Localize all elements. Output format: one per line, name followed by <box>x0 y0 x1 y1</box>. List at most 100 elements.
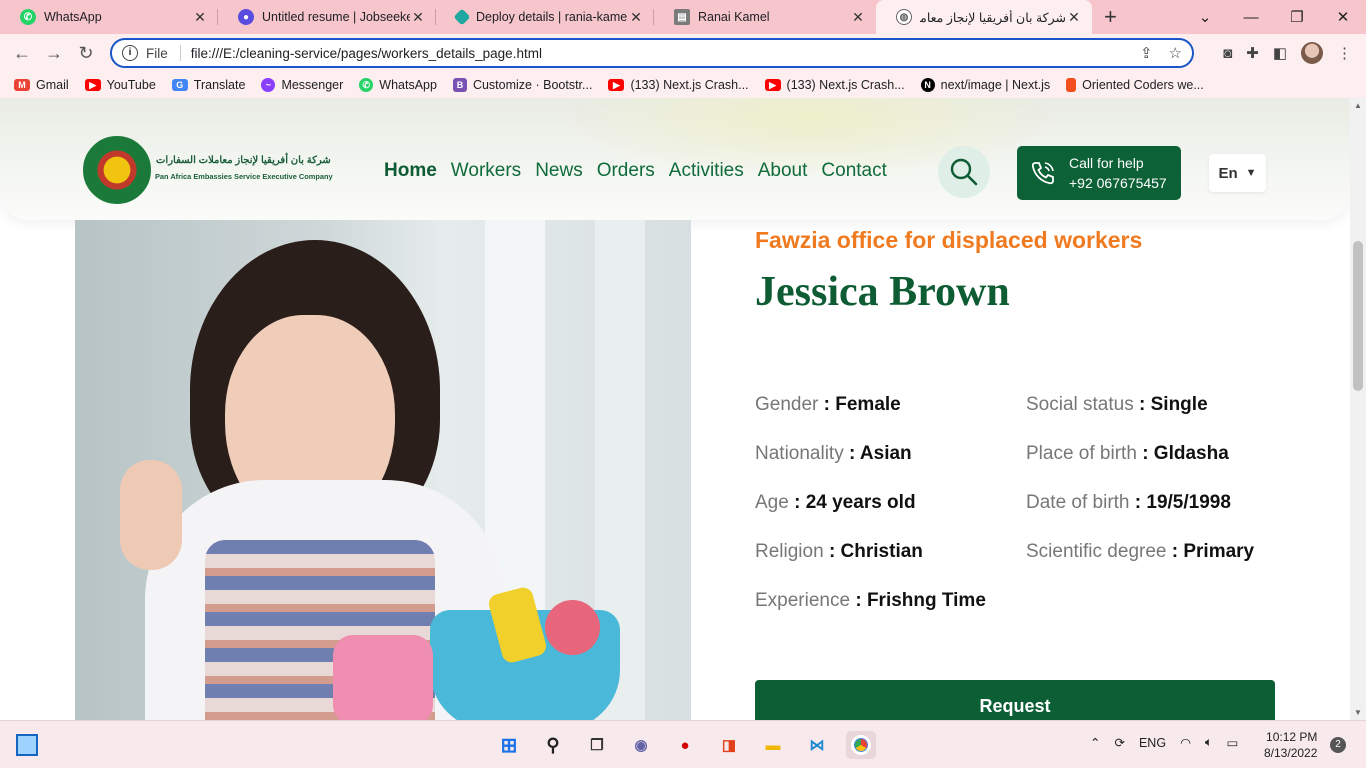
close-tab-icon[interactable]: ✕ <box>850 9 866 26</box>
page-scrollbar[interactable]: ▲ ▼ <box>1350 98 1366 720</box>
share-icon[interactable]: ⇪ <box>1140 44 1153 62</box>
detail-age: Age : 24 years old <box>755 492 916 514</box>
browser-tab-active[interactable]: ◍ شركة بان أفريقيا لإنجاز معاملات ✕ <box>876 0 1092 34</box>
detail-place-of-birth: Place of birth : Gldasha <box>1026 443 1229 465</box>
task-view-icon[interactable]: ❐ <box>582 731 612 759</box>
forward-button[interactable]: → <box>38 43 70 64</box>
bookmark-label: WhatsApp <box>379 78 437 92</box>
restore-button[interactable]: ❐ <box>1274 8 1320 26</box>
language-select[interactable]: En ▼ <box>1209 154 1266 192</box>
side-panel-icon[interactable]: ◧ <box>1273 44 1287 62</box>
detail-label: Religion <box>755 541 824 562</box>
record-app-icon[interactable]: ● <box>670 731 700 759</box>
detail-value: : Christian <box>828 541 923 562</box>
bookmark-label: Customize · Bootstr... <box>472 78 593 92</box>
detail-label: Age <box>755 492 789 513</box>
wifi-icon[interactable]: ◠ <box>1180 735 1191 750</box>
tab-title: Deploy details | rania-kamel- <box>476 10 628 24</box>
close-tab-icon[interactable]: ✕ <box>192 9 208 26</box>
request-button[interactable]: Request <box>755 680 1275 720</box>
browser-tab[interactable]: ● Untitled resume | Jobseeker ✕ <box>218 0 436 34</box>
nav-about[interactable]: About <box>758 160 808 182</box>
url-text[interactable]: file:///E:/cleaning-service/pages/worker… <box>191 46 542 61</box>
vscode-icon[interactable]: ⋈ <box>802 731 832 759</box>
close-window-button[interactable]: ✕ <box>1320 8 1366 26</box>
camera-icon[interactable]: ◙ <box>1223 45 1232 62</box>
search-icon <box>950 158 978 186</box>
window-controls: ⌄ — ❐ ✕ <box>1182 0 1366 34</box>
bookmark-item[interactable]: ▶ YouTube <box>84 78 156 92</box>
office-name: Fawzia office for displaced workers <box>755 227 1143 253</box>
detail-label: Experience <box>755 590 851 611</box>
translate-icon: G <box>171 79 188 91</box>
nav-activities[interactable]: Activities <box>669 160 744 182</box>
bookmark-item[interactable]: ~ Messenger <box>261 78 343 92</box>
chrome-icon[interactable] <box>846 731 876 759</box>
file-explorer-icon[interactable]: ▬ <box>758 731 788 759</box>
battery-icon[interactable]: ▭ <box>1227 735 1239 750</box>
search-button[interactable] <box>938 146 990 198</box>
bookmark-item[interactable]: ▶ (133) Next.js Crash... <box>764 78 905 92</box>
toolbar: ← → ↻ i File file:///E:/cleaning-service… <box>0 34 1366 72</box>
notification-badge[interactable]: 2 <box>1330 737 1346 753</box>
widgets-icon[interactable] <box>16 734 38 756</box>
tab-title: شركة بان أفريقيا لإنجاز معاملات <box>920 10 1066 25</box>
nav-contact[interactable]: Contact <box>821 160 886 182</box>
nextjs-icon: N <box>920 78 935 92</box>
bookmark-item[interactable]: ▶ (133) Next.js Crash... <box>608 78 749 92</box>
bookmark-item[interactable]: Oriented Coders we... <box>1066 78 1204 92</box>
office-icon[interactable]: ◨ <box>714 731 744 759</box>
nav-news[interactable]: News <box>535 160 583 182</box>
detail-label: Date of birth <box>1026 492 1130 513</box>
new-tab-button[interactable]: + <box>1104 4 1117 30</box>
chevron-down-icon: ▼ <box>1245 167 1257 179</box>
nav-workers[interactable]: Workers <box>451 160 521 182</box>
bookmark-label: (133) Next.js Crash... <box>786 78 905 92</box>
worker-name: Jessica Brown <box>755 269 1010 315</box>
bookmark-item[interactable]: M Gmail <box>14 78 69 92</box>
input-language[interactable]: ENG <box>1139 736 1166 750</box>
sync-icon[interactable]: ⟳ <box>1114 735 1124 750</box>
tab-title: WhatsApp <box>44 10 102 24</box>
info-icon[interactable]: i <box>122 45 138 61</box>
minimize-button[interactable]: — <box>1228 9 1274 26</box>
scroll-up-icon[interactable]: ▲ <box>1354 101 1362 110</box>
teams-chat-icon[interactable]: ◉ <box>626 731 656 759</box>
bookmark-star-icon[interactable]: ☆ <box>1169 44 1182 62</box>
chevron-up-icon[interactable]: ⌃ <box>1090 735 1100 750</box>
extensions-icon[interactable]: ✚ <box>1246 44 1259 62</box>
browser-tab[interactable]: ▤ Ranai Kamel ✕ <box>654 0 876 34</box>
clock-time: 10:12 PM <box>1266 730 1318 744</box>
call-for-help-button[interactable]: Call for help +92 067675457 <box>1017 146 1181 200</box>
close-tab-icon[interactable]: ✕ <box>1066 9 1082 26</box>
company-logo[interactable] <box>83 136 151 204</box>
tab-search-icon[interactable]: ⌄ <box>1182 8 1228 26</box>
system-clock[interactable]: 10:12 PM 8/13/2022 <box>1264 729 1317 761</box>
bookmark-item[interactable]: G Translate <box>171 78 245 92</box>
detail-label: Scientific degree <box>1026 541 1167 562</box>
bookmark-item[interactable]: B Customize · Bootstr... <box>452 78 593 92</box>
jobseeker-icon: ● <box>238 9 254 25</box>
close-tab-icon[interactable]: ✕ <box>410 9 426 26</box>
scroll-down-icon[interactable]: ▼ <box>1354 708 1362 717</box>
bookmark-item[interactable]: Nnext/image | Next.js <box>920 78 1050 92</box>
whatsapp-icon: ✆ <box>359 78 374 92</box>
globe-icon: ◍ <box>896 9 912 25</box>
detail-scientific-degree: Scientific degree : Primary <box>1026 541 1254 563</box>
start-button[interactable]: ⊞ <box>494 731 524 759</box>
back-button[interactable]: ← <box>6 43 38 64</box>
volume-icon[interactable]: 🔈︎ <box>1205 735 1213 750</box>
close-tab-icon[interactable]: ✕ <box>628 9 644 26</box>
scrollbar-thumb[interactable] <box>1353 241 1363 391</box>
search-icon[interactable]: ⚲ <box>538 731 568 759</box>
menu-icon[interactable]: ⋮ <box>1337 44 1352 62</box>
nav-orders[interactable]: Orders <box>597 160 655 182</box>
nav-home[interactable]: Home <box>384 160 437 182</box>
detail-religion: Religion : Christian <box>755 541 923 563</box>
browser-tab[interactable]: ✆ WhatsApp ✕ <box>0 0 218 34</box>
address-bar[interactable]: i File file:///E:/cleaning-service/pages… <box>110 38 1194 68</box>
profile-avatar[interactable] <box>1301 42 1323 64</box>
reload-button[interactable]: ↻ <box>70 43 102 64</box>
browser-tab[interactable]: Deploy details | rania-kamel- ✕ <box>436 0 654 34</box>
bookmark-item[interactable]: ✆ WhatsApp <box>359 78 437 92</box>
